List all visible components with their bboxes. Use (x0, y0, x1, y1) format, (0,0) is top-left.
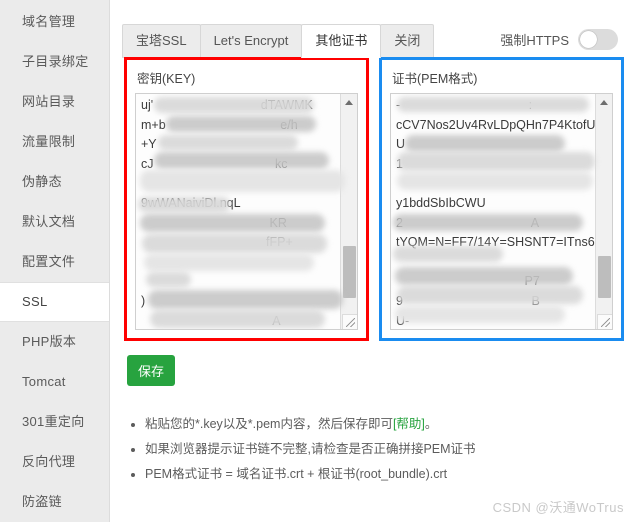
key-text-content: uj' dTAWMK m+b e/h +Y cJ kc 9wWANaiviDl.nqL … (136, 94, 340, 329)
text-line: ) (141, 293, 146, 308)
cert-scroll-thumb[interactable] (598, 256, 611, 298)
sidebar-item-label: Tomcat (22, 374, 66, 389)
sidebar-item-7[interactable]: SSL (0, 282, 109, 322)
sidebar-item-11[interactable]: 反向代理 (0, 442, 109, 482)
key-scroll-thumb[interactable] (343, 246, 356, 298)
help-text: PEM格式证书 = 域名证书.crt + 根证书(root_bundle).cr… (145, 467, 448, 481)
help-notes: 粘贴您的*.key以及*.pem内容，然后保存即可[帮助]。如果浏览器提示证书链… (127, 412, 626, 487)
force-https-label: 强制HTTPS (500, 33, 569, 48)
text-line (396, 174, 592, 194)
sidebar-item-label: 301重定向 (22, 414, 85, 429)
text-line (141, 174, 337, 194)
text-line: m+b e/h (141, 117, 298, 132)
text-line: +Y (141, 137, 157, 152)
text-line: U (396, 137, 406, 152)
certificate-fields: 密钥(KEY) uj' dTAWMK m+b e/h +Y cJ kc 9wWANaiv… (124, 57, 624, 341)
text-line (396, 253, 592, 273)
watermark: CSDN @沃通WoTrus (492, 500, 624, 515)
text-line: - : (396, 98, 533, 112)
sidebar: 域名管理子目录绑定网站目录流量限制伪静态默认文档配置文件 SSL PHP版本 Tomc… (0, 0, 110, 522)
text-line: 9 B (396, 293, 540, 308)
help-item: 粘贴您的*.key以及*.pem内容，然后保存即可[帮助]。 (145, 412, 626, 437)
sidebar-item-6[interactable]: 配置文件 (0, 242, 109, 282)
toggle-knob (580, 31, 597, 48)
key-highlight-box: 密钥(KEY) uj' dTAWMK m+b e/h +Y cJ kc 9wWANaiv… (124, 57, 369, 341)
sidebar-item-label: 子目录绑定 (22, 54, 89, 69)
text-line: U- (396, 313, 410, 328)
key-textarea[interactable]: uj' dTAWMK m+b e/h +Y cJ kc 9wWANaiviDl.nqL … (135, 93, 358, 330)
sidebar-item-label: 默认文档 (22, 214, 76, 229)
text-line: uj' dTAWMK (141, 98, 313, 112)
cert-highlight-box: 证书(PEM格式) - : cCV7Nos2Uv4RvLDpQHn7P4KtofU… (379, 57, 624, 341)
key-label: 密钥(KEY) (137, 72, 196, 86)
cert-text-content: - : cCV7Nos2Uv4RvLDpQHn7P4KtofU U 1 y1bddSbI… (391, 94, 595, 329)
sidebar-item-label: 伪静态 (22, 174, 62, 189)
sidebar-item-1[interactable]: 子目录绑定 (0, 42, 109, 82)
sidebar-item-2[interactable]: 网站目录 (0, 82, 109, 122)
tab-0[interactable]: 宝塔SSL (122, 24, 201, 57)
tab-2[interactable]: 其他证书 (301, 24, 382, 58)
sidebar-item-label: 域名管理 (22, 14, 76, 29)
sidebar-item-8[interactable]: PHP版本 (0, 322, 109, 362)
sidebar-item-label: 流量限制 (22, 134, 76, 149)
tab-1[interactable]: Let's Encrypt (199, 24, 303, 57)
tab-3[interactable]: 关闭 (380, 24, 435, 57)
sidebar-item-label: PHP版本 (22, 334, 77, 349)
help-text-suffix: 。 (424, 417, 438, 431)
sidebar-item-4[interactable]: 伪静态 (0, 162, 109, 202)
text-line: tYQM=N=FF7/14Y=SHSNT7=ITns6 (396, 235, 595, 250)
help-text: 粘贴您的*.key以及*.pem内容，然后保存即可 (145, 417, 393, 431)
help-text: 如果浏览器提示证书链不完整,请检查是否正确拼接PEM证书 (145, 442, 476, 456)
text-line: y1bddSbIbCWU (396, 195, 486, 210)
help-item: 如果浏览器提示证书链不完整,请检查是否正确拼接PEM证书 (145, 437, 626, 462)
text-line: 9wWANaiviDl.nqL (141, 195, 241, 210)
text-line: 1 (396, 156, 403, 171)
cert-textarea[interactable]: - : cCV7Nos2Uv4RvLDpQHn7P4KtofU U 1 y1bddSbI… (390, 93, 613, 330)
cert-label: 证书(PEM格式) (392, 72, 478, 86)
save-button[interactable]: 保存 (127, 355, 175, 386)
help-link[interactable]: [帮助] (393, 417, 425, 431)
sidebar-item-10[interactable]: 301重定向 (0, 402, 109, 442)
cert-scrollbar[interactable] (595, 94, 612, 329)
text-line: A (141, 313, 281, 328)
sidebar-item-label: 配置文件 (22, 254, 76, 269)
text-line: cJ kc (141, 156, 288, 171)
text-line (141, 272, 337, 292)
text-line: 2 A (396, 215, 540, 230)
sidebar-item-label: 网站目录 (22, 94, 76, 109)
text-line: fFP+ (141, 235, 293, 250)
text-line: KR (141, 215, 287, 230)
text-line (141, 253, 337, 273)
scroll-up-arrow-icon[interactable] (596, 94, 612, 110)
sidebar-item-label: 防盗链 (22, 494, 62, 509)
ssl-settings-page: 域名管理子目录绑定网站目录流量限制伪静态默认文档配置文件 SSL PHP版本 Tomc… (0, 0, 638, 522)
tab-bar: 宝塔SSL Let's Encrypt 其他证书 关闭 强制HTTPS (122, 12, 620, 58)
sidebar-item-label: SSL (22, 294, 48, 309)
text-line: P7 (396, 274, 540, 289)
key-resize-grip[interactable] (342, 314, 357, 329)
sidebar-item-12[interactable]: 防盗链 (0, 482, 109, 522)
main-content: 宝塔SSL Let's Encrypt 其他证书 关闭 强制HTTPS 密钥(KEY)… (110, 0, 638, 522)
sidebar-item-0[interactable]: 域名管理 (0, 2, 109, 42)
sidebar-item-label: 反向代理 (22, 454, 76, 469)
cert-resize-grip[interactable] (597, 314, 612, 329)
sidebar-item-9[interactable]: Tomcat (0, 362, 109, 402)
force-https-toggle[interactable] (578, 29, 618, 50)
force-https-control: 强制HTTPS (500, 29, 618, 50)
text-line: cCV7Nos2Uv4RvLDpQHn7P4KtofU (396, 117, 595, 132)
help-item: PEM格式证书 = 域名证书.crt + 根证书(root_bundle).cr… (145, 462, 626, 487)
key-scrollbar[interactable] (340, 94, 357, 329)
scroll-up-arrow-icon[interactable] (341, 94, 357, 110)
sidebar-item-3[interactable]: 流量限制 (0, 122, 109, 162)
sidebar-item-5[interactable]: 默认文档 (0, 202, 109, 242)
